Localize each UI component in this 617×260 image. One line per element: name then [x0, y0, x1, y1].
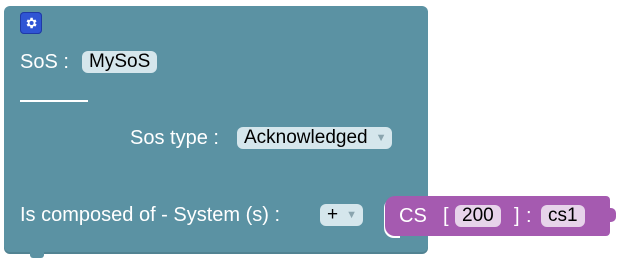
composed-of-value: +: [327, 204, 339, 225]
gear-icon: [26, 17, 37, 29]
divider-line: [20, 100, 88, 102]
composed-of-dropdown[interactable]: + ▼: [320, 204, 363, 226]
sos-block-next-connector: [30, 252, 44, 258]
cs-output-connector: [608, 208, 616, 222]
cs-open-bracket: [: [443, 205, 449, 227]
dropdown-arrow-icon: ▼: [346, 209, 357, 221]
cs-block[interactable]: CS [ 200 ] : cs1: [385, 196, 616, 236]
dropdown-arrow-icon: ▼: [375, 132, 387, 144]
cs-close-bracket: ]: [514, 205, 520, 227]
cs-name-field[interactable]: cs1: [541, 205, 585, 227]
cs-label: CS: [399, 205, 427, 227]
sos-type-value: Acknowledged: [244, 127, 368, 148]
sos-name-field[interactable]: MySoS: [82, 51, 158, 73]
cs-separator: :: [526, 205, 532, 227]
mutator-gear-button[interactable]: [20, 12, 42, 34]
sos-type-dropdown[interactable]: Acknowledged ▼: [237, 127, 393, 149]
workspace-canvas: SoS : MySoS Sos type : Acknowledged ▼ Is…: [0, 0, 617, 260]
sos-type-label: Sos type :: [130, 127, 219, 149]
cs-id-field[interactable]: 200: [455, 205, 501, 227]
sos-name-label: SoS :: [20, 51, 69, 73]
composed-of-label: Is composed of - System (s) :: [20, 204, 281, 226]
